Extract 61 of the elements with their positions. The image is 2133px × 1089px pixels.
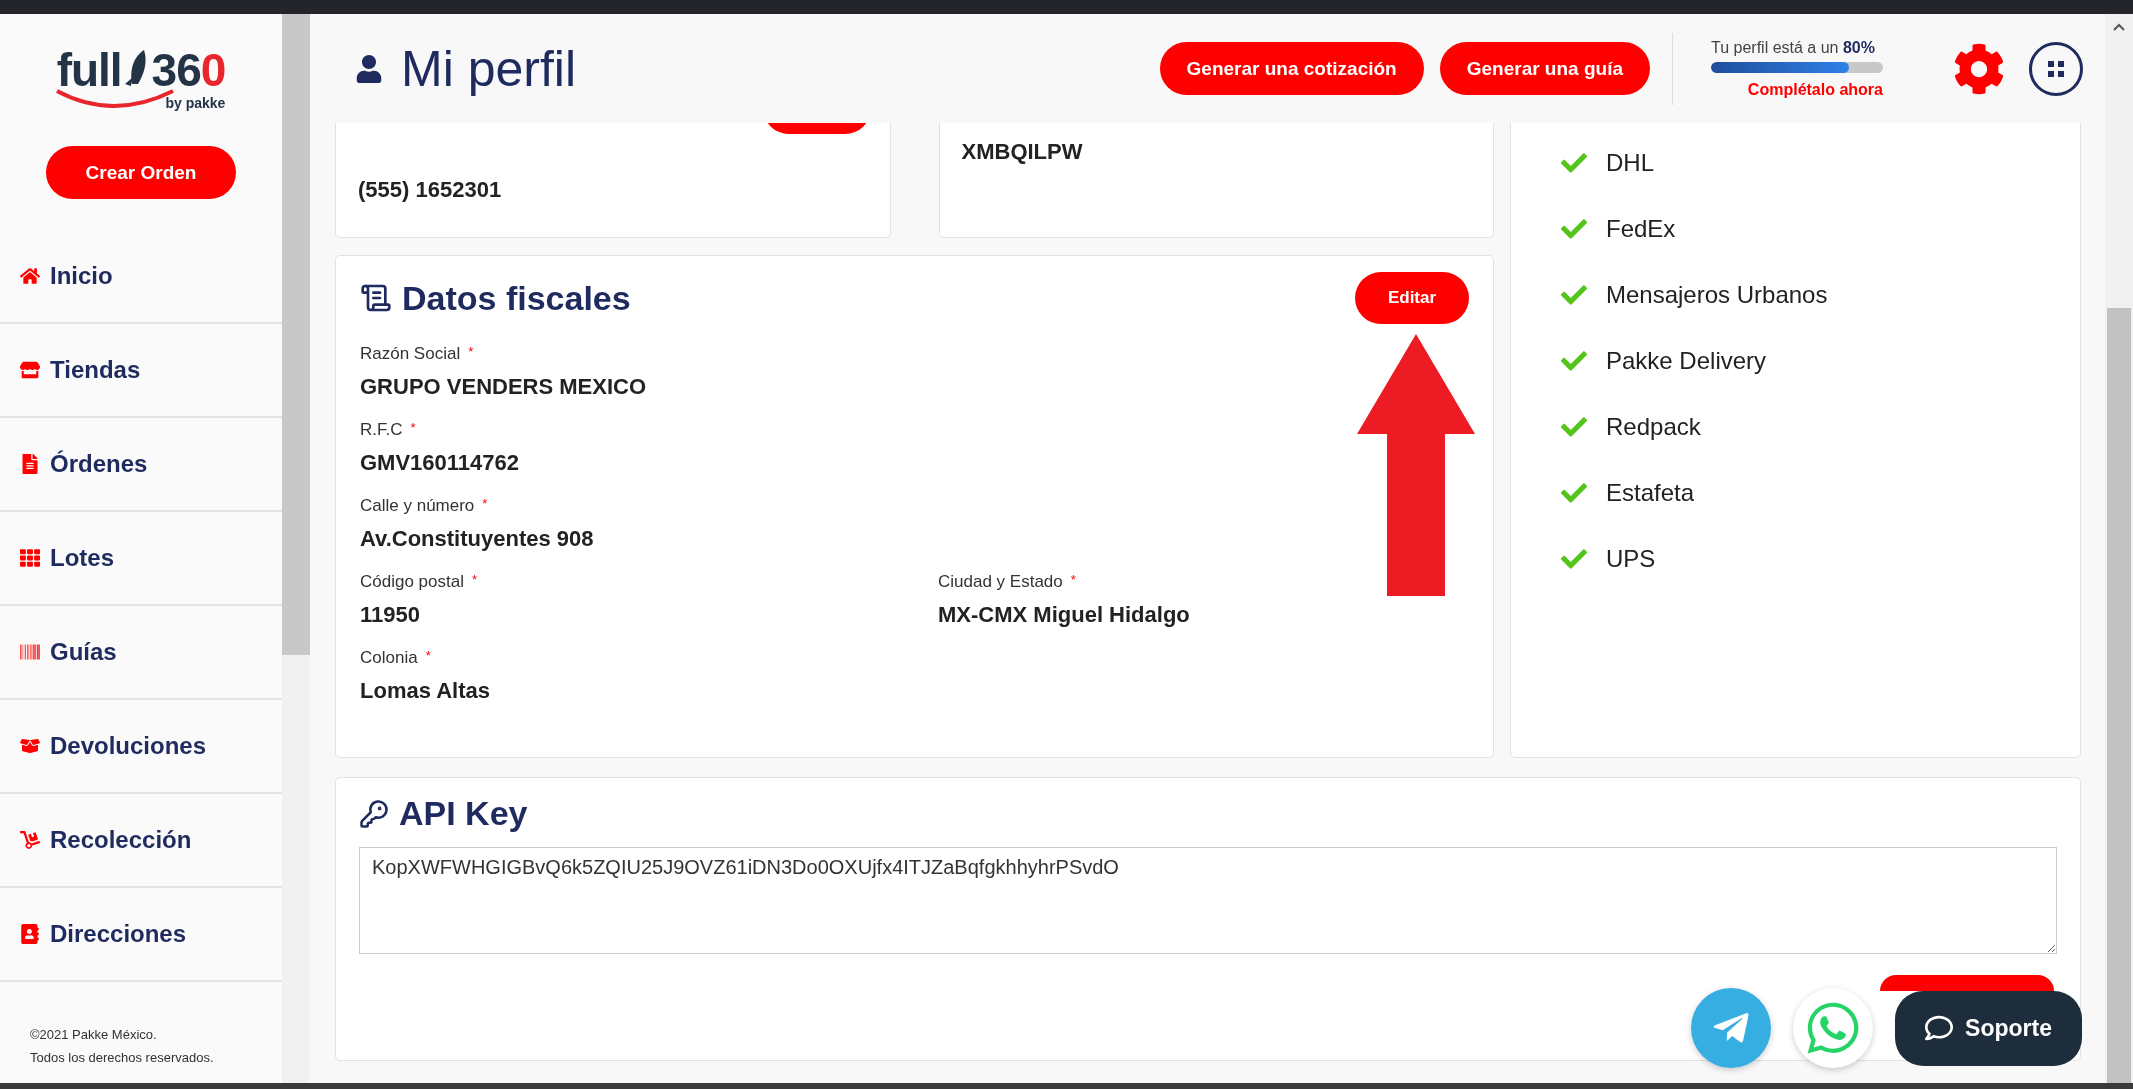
apps-button[interactable] — [2029, 41, 2083, 96]
code-text: XMBQILPW — [961, 139, 1084, 165]
field-value: 11950 — [360, 602, 421, 628]
api-key-field[interactable]: KopXWFWHGIGBvQ6k5ZQIU25J9OVZ61iDN3Do0OXUjfx4ITJZaBqfgkhhyhrPSvdO — [359, 847, 2057, 954]
edit-button[interactable]: Editar — [1355, 272, 1469, 324]
check-icon — [1561, 216, 1587, 242]
create-order-button[interactable]: Crear Orden — [46, 146, 236, 199]
field-value: GRUPO VENDERS MEXICO — [360, 374, 648, 400]
settings-icon[interactable] — [1953, 42, 2005, 95]
store-icon — [20, 360, 40, 380]
chat-icon — [1925, 1014, 1954, 1042]
box-icon — [20, 736, 40, 756]
user-icon — [355, 54, 383, 83]
scrollbar[interactable] — [2105, 14, 2133, 1083]
scrollbar[interactable] — [282, 14, 310, 1083]
page-title: Mi perfil — [401, 39, 577, 98]
field-value: Av.Constituyentes 908 — [360, 526, 595, 552]
field-label: Calle y número * — [360, 496, 489, 516]
check-icon — [1561, 480, 1587, 506]
key-icon — [359, 798, 389, 829]
support-button[interactable]: Soporte — [1895, 990, 2082, 1066]
field-value: MX-CMX Miguel Hidalgo — [938, 602, 1191, 628]
carrier-name: UPS — [1606, 545, 1656, 573]
scroll-up-icon[interactable] — [2112, 22, 2126, 32]
scroll-icon — [360, 282, 392, 314]
field-value: Lomas Altas — [360, 678, 491, 704]
carrier-name: Pakke Delivery — [1606, 347, 1767, 375]
grid-icon — [2046, 58, 2066, 79]
complete-profile-link[interactable]: Complétalo ahora — [1747, 80, 1883, 99]
carrier-name: FedEx — [1606, 215, 1676, 243]
check-icon — [1561, 348, 1587, 374]
header-button[interactable]: Generar una cotización — [1159, 42, 1424, 95]
carrier-name: Mensajeros Urbanos — [1606, 281, 1828, 309]
field-value: GMV160114762 — [360, 450, 521, 476]
carrier-name: Redpack — [1606, 413, 1701, 441]
logo: full 360 by pakke — [56, 47, 226, 111]
phone-text: (555) 1652301 — [358, 177, 503, 203]
progress-text: Tu perfil está a un 80% — [1711, 38, 1876, 57]
barcode-icon — [20, 642, 40, 662]
action-button[interactable] — [1880, 975, 2054, 991]
address-book-icon — [20, 924, 40, 944]
field-label: Colonia * — [360, 648, 432, 668]
carrier-name: DHL — [1606, 149, 1654, 177]
field-label: Código postal * — [360, 572, 479, 592]
check-icon — [1561, 546, 1587, 572]
check-icon — [1561, 282, 1587, 308]
home-icon — [20, 266, 40, 286]
document-icon — [20, 454, 40, 474]
dolly-icon — [20, 830, 40, 850]
section-title: API Key — [399, 794, 528, 833]
field-label: Ciudad y Estado * — [938, 572, 1077, 592]
grid-icon — [20, 548, 40, 568]
check-icon — [1561, 414, 1587, 440]
field-label: R.F.C * — [360, 420, 417, 440]
header-button[interactable]: Generar una guía — [1439, 42, 1650, 95]
section-title: Datos fiscales — [402, 278, 631, 318]
copyright-text: ©2021 Pakke México. — [30, 1027, 158, 1042]
check-icon — [1561, 150, 1587, 176]
field-label: Razón Social * — [360, 344, 475, 364]
copyright-text: Todos los derechos reservados. — [30, 1050, 215, 1065]
carrier-name: Estafeta — [1606, 479, 1695, 507]
